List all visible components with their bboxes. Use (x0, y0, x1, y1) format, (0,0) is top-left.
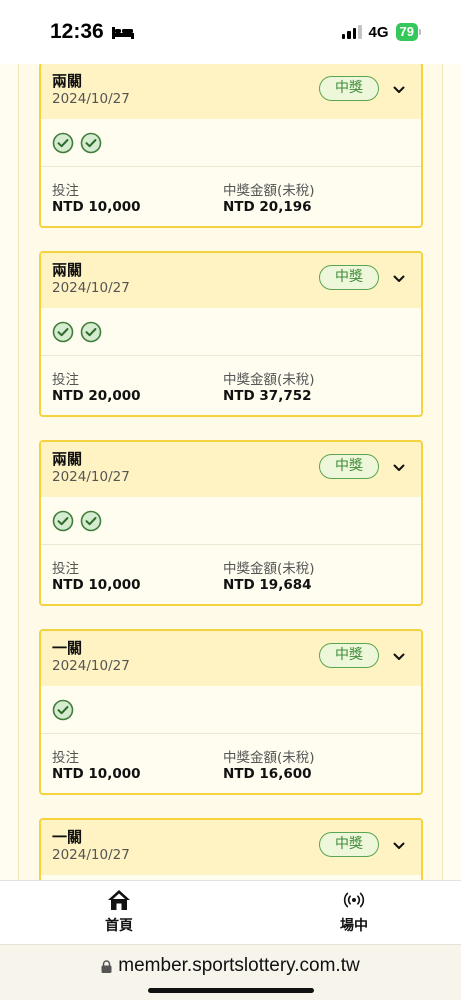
win-status-badge: 中獎 (319, 76, 379, 101)
payout-label: 中獎金額(未稅) (223, 561, 315, 577)
nav-live-label: 場中 (340, 918, 368, 934)
stake-value: NTD 20,000 (52, 388, 141, 404)
check-circle-icon (52, 699, 74, 720)
bet-amounts: 投注 NTD 20,000 中獎金額(未稅) NTD 37,752 (41, 356, 421, 415)
cellular-signal-icon (341, 25, 362, 39)
home-indicator[interactable] (148, 988, 314, 993)
chevron-down-icon (393, 275, 405, 282)
bet-card-header[interactable]: 一關 2024/10/27 中獎 (41, 631, 421, 686)
nav-home-label: 首頁 (105, 918, 133, 934)
stake-label: 投注 (52, 183, 79, 199)
browser-url-bar[interactable]: member.sportslottery.com.tw (0, 944, 461, 1000)
bet-card[interactable]: 兩關 2024/10/27 中獎 投注 NTD 10,000 中獎金額(未稅) … (39, 64, 423, 228)
chevron-down-icon (393, 842, 405, 849)
chevron-down-icon (393, 86, 405, 93)
sleep-focus-icon (111, 27, 134, 39)
payout-label: 中獎金額(未稅) (223, 372, 315, 388)
bet-card-header[interactable]: 兩關 2024/10/27 中獎 (41, 253, 421, 308)
bet-amounts: 投注 NTD 10,000 中獎金額(未稅) NTD 16,600 (41, 734, 421, 793)
bet-card-header[interactable]: 一關 2024/10/27 中獎 (41, 820, 421, 875)
bet-card[interactable]: 一關 2024/10/27 中獎 投注 NTD 10,000 中獎金額(未稅) … (39, 629, 423, 795)
bet-amounts: 投注 NTD 10,000 中獎金額(未稅) NTD 19,684 (41, 545, 421, 604)
check-circle-icon (80, 321, 102, 342)
stake-value: NTD 10,000 (52, 199, 141, 215)
stake-label: 投注 (52, 561, 79, 577)
clock: 12:36 (50, 20, 104, 43)
win-status-badge: 中獎 (319, 265, 379, 290)
bet-history-list[interactable]: 兩關 2024/10/27 中獎 投注 NTD 10,000 中獎金額(未稅) … (0, 64, 461, 880)
expand-button[interactable] (389, 269, 409, 289)
check-circle-icon (52, 510, 74, 531)
check-circle-icon (80, 510, 102, 531)
stake-value: NTD 10,000 (52, 766, 141, 782)
win-status-badge: 中獎 (319, 454, 379, 479)
stake-label: 投注 (52, 750, 79, 766)
bottom-nav: 首頁 場中 (0, 880, 461, 944)
bet-card[interactable]: 兩關 2024/10/27 中獎 投注 NTD 20,000 中獎金額(未稅) … (39, 251, 423, 417)
selection-results (41, 308, 421, 356)
bet-card-header[interactable]: 兩關 2024/10/27 中獎 (41, 64, 421, 119)
payout-label: 中獎金額(未稅) (223, 750, 315, 766)
expand-button[interactable] (389, 836, 409, 856)
bet-card[interactable]: 兩關 2024/10/27 中獎 投注 NTD 10,000 中獎金額(未稅) … (39, 440, 423, 606)
broadcast-icon (343, 892, 365, 908)
expand-button[interactable] (389, 80, 409, 100)
status-bar: 12:36 4G 79 (0, 0, 461, 64)
payout-value: NTD 20,196 (223, 199, 312, 215)
check-circle-icon (80, 132, 102, 153)
chevron-down-icon (393, 653, 405, 660)
win-status-badge: 中獎 (319, 832, 379, 857)
stake-value: NTD 10,000 (52, 577, 141, 593)
url-text[interactable]: member.sportslottery.com.tw (118, 955, 359, 977)
battery-icon: 79 (395, 23, 421, 41)
stake-label: 投注 (52, 372, 79, 388)
bet-card[interactable]: 一關 2024/10/27 中獎 (39, 818, 423, 880)
bet-card-header[interactable]: 兩關 2024/10/27 中獎 (41, 442, 421, 497)
check-circle-icon (52, 132, 74, 153)
bet-amounts: 投注 NTD 10,000 中獎金額(未稅) NTD 20,196 (41, 167, 421, 226)
expand-button[interactable] (389, 647, 409, 667)
payout-value: NTD 19,684 (223, 577, 312, 593)
payout-value: NTD 37,752 (223, 388, 312, 404)
chevron-down-icon (393, 464, 405, 471)
lock-icon (101, 959, 112, 973)
check-circle-icon (52, 321, 74, 342)
nav-live[interactable]: 場中 (314, 889, 394, 935)
battery-level: 79 (395, 23, 418, 41)
payout-value: NTD 16,600 (223, 766, 312, 782)
selection-results (41, 119, 421, 167)
nav-home[interactable]: 首頁 (79, 889, 159, 935)
payout-label: 中獎金額(未稅) (223, 183, 315, 199)
selection-results (41, 686, 421, 734)
expand-button[interactable] (389, 458, 409, 478)
win-status-badge: 中獎 (319, 643, 379, 668)
selection-results (41, 497, 421, 545)
home-icon (108, 890, 130, 910)
network-type: 4G (368, 23, 389, 41)
